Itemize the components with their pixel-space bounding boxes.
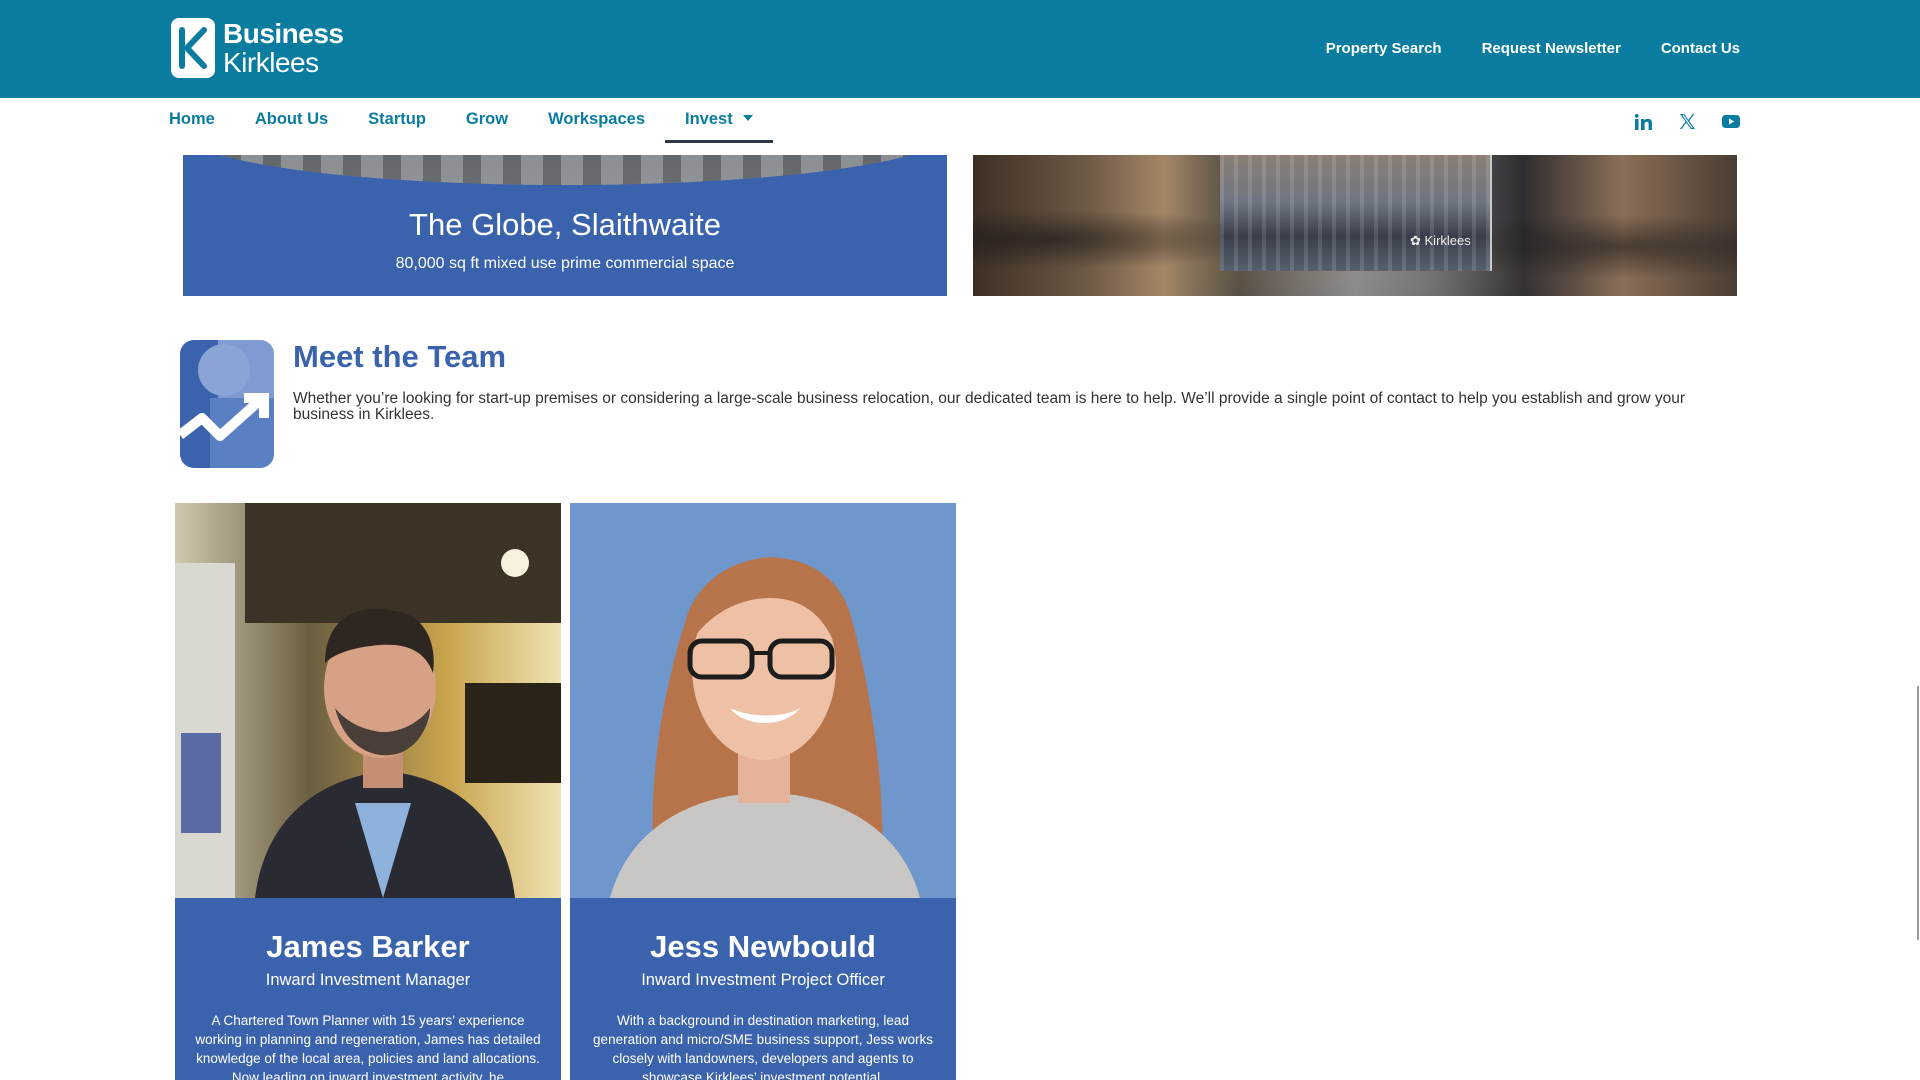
property-card-title: The Globe, Slaithwaite (409, 207, 721, 242)
scrollbar-thumb[interactable] (1917, 686, 1919, 940)
team-member-name: Jess Newbould (650, 929, 876, 964)
nav-item-invest[interactable]: Invest (665, 98, 773, 143)
kirklees-watermark: ✿ Kirklees (1410, 233, 1471, 248)
logo-line-2: Kirklees (223, 46, 319, 78)
logo-wordmark: Business Kirklees (223, 17, 344, 78)
nav-item-about-us[interactable]: About Us (235, 98, 348, 143)
watermark-text: Kirklees (1424, 233, 1471, 248)
nav-item-home[interactable]: Home (149, 98, 235, 143)
team-member-bio: A Chartered Town Planner with 15 years’ … (195, 1013, 541, 1080)
x-twitter-icon[interactable] (1679, 113, 1696, 135)
team-member-card-jess-newbould[interactable]: Jess Newbould Inward Investment Project … (570, 503, 956, 1080)
top-links: Property Search Request Newsletter Conta… (1326, 40, 1740, 57)
nav-item-invest-label: Invest (685, 110, 733, 128)
team-member-bio: With a background in destination marketi… (593, 1013, 933, 1080)
site-header: Business Kirklees Property Search Reques… (0, 0, 1920, 98)
contact-us-link[interactable]: Contact Us (1661, 40, 1740, 57)
meet-the-team-description: Whether you’re looking for start-up prem… (293, 390, 1686, 423)
property-card-subtitle: 80,000 sq ft mixed use prime commercial … (395, 255, 735, 272)
team-section-icon (176, 340, 274, 468)
property-card-kirklees-image[interactable]: ✿ Kirklees (973, 155, 1737, 296)
page: Business Kirklees Property Search Reques… (0, 0, 1920, 1080)
team-member-role: Inward Investment Manager (265, 971, 471, 989)
kirklees-k-logo-icon (171, 18, 215, 78)
nav-item-workspaces[interactable]: Workspaces (528, 98, 665, 143)
property-search-link[interactable]: Property Search (1326, 40, 1442, 57)
meet-the-team-heading: Meet the Team (293, 339, 507, 374)
business-kirklees-logo[interactable]: Business Kirklees (171, 18, 344, 78)
youtube-icon[interactable] (1722, 115, 1740, 133)
team-member-role: Inward Investment Project Officer (641, 971, 885, 989)
market-hall-photo (1220, 155, 1492, 271)
jess-newbould-photo (570, 503, 956, 898)
caret-down-icon (742, 115, 753, 121)
the-globe-building-photo (183, 155, 947, 185)
team-member-card-james-barker[interactable]: James Barker Inward Investment Manager A… (175, 503, 561, 1080)
social-links (1634, 113, 1740, 135)
main-navigation: Home About Us Startup Grow Workspaces In… (0, 98, 1920, 156)
logo-line-1: Business (223, 17, 344, 49)
request-newsletter-link[interactable]: Request Newsletter (1482, 40, 1621, 57)
nav-item-startup[interactable]: Startup (348, 98, 446, 143)
nav-menu: Home About Us Startup Grow Workspaces In… (149, 98, 773, 143)
linkedin-icon[interactable] (1634, 113, 1653, 135)
team-member-name: James Barker (266, 929, 470, 964)
nav-item-grow[interactable]: Grow (446, 98, 528, 143)
property-card-the-globe[interactable]: The Globe, Slaithwaite 80,000 sq ft mixe… (183, 155, 947, 296)
james-barker-photo (175, 503, 561, 898)
